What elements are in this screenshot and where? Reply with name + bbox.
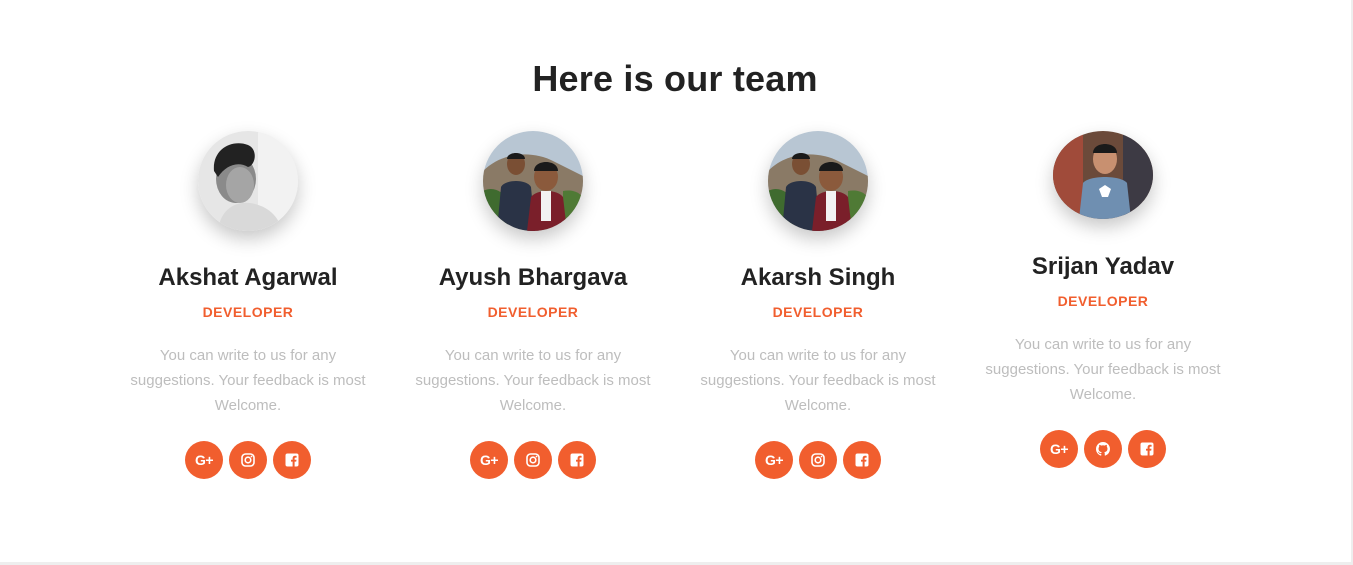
github-button[interactable]	[1084, 430, 1122, 468]
member-name: Ayush Bhargava	[438, 264, 628, 291]
google-plus-icon: G+	[194, 452, 214, 468]
team-member-card: Ayush Bhargava DEVELOPER You can write t…	[408, 131, 658, 479]
member-description: You can write to us for any suggestions.…	[130, 347, 366, 414]
member-description: You can write to us for any suggestions.…	[415, 347, 651, 414]
google-plus-button[interactable]: G+	[1040, 430, 1078, 468]
google-plus-button[interactable]: G+	[755, 441, 793, 479]
social-links: G+	[408, 441, 658, 479]
facebook-icon	[1140, 442, 1154, 456]
facebook-icon	[570, 453, 584, 467]
instagram-button[interactable]	[229, 441, 267, 479]
team-page: Here is our team Akshat Agarwal DEVELOPE…	[0, 0, 1353, 565]
facebook-button[interactable]	[558, 441, 596, 479]
google-plus-button[interactable]: G+	[185, 441, 223, 479]
member-role: DEVELOPER	[1057, 293, 1149, 309]
member-name: Srijan Yadav	[1031, 253, 1175, 280]
facebook-icon	[285, 453, 299, 467]
member-description: You can write to us for any suggestions.…	[985, 336, 1221, 403]
section-title: Here is our team	[532, 58, 818, 99]
facebook-button[interactable]	[273, 441, 311, 479]
member-role: DEVELOPER	[487, 304, 579, 320]
facebook-button[interactable]	[843, 441, 881, 479]
avatar	[1053, 131, 1153, 219]
instagram-button[interactable]	[799, 441, 837, 479]
google-plus-icon: G+	[479, 452, 499, 468]
team-member-card: Srijan Yadav DEVELOPER You can write to …	[978, 131, 1228, 468]
github-icon	[1096, 442, 1110, 456]
member-description: You can write to us for any suggestions.…	[700, 347, 936, 414]
social-links: G+	[123, 441, 373, 479]
avatar	[483, 131, 583, 231]
avatar	[768, 131, 868, 231]
facebook-button[interactable]	[1128, 430, 1166, 468]
instagram-icon	[241, 453, 255, 467]
team-member-card: Akshat Agarwal DEVELOPER You can write t…	[123, 131, 373, 479]
social-links: G+	[978, 430, 1228, 468]
google-plus-icon: G+	[764, 452, 784, 468]
facebook-icon	[855, 453, 869, 467]
instagram-icon	[811, 453, 825, 467]
avatar	[198, 131, 298, 231]
team-member-card: Akarsh Singh DEVELOPER You can write to …	[693, 131, 943, 479]
instagram-icon	[526, 453, 540, 467]
instagram-button[interactable]	[514, 441, 552, 479]
member-role: DEVELOPER	[202, 304, 294, 320]
member-name: Akarsh Singh	[740, 264, 896, 291]
google-plus-icon: G+	[1049, 441, 1069, 457]
member-name: Akshat Agarwal	[158, 264, 338, 291]
social-links: G+	[693, 441, 943, 479]
member-role: DEVELOPER	[772, 304, 864, 320]
google-plus-button[interactable]: G+	[470, 441, 508, 479]
